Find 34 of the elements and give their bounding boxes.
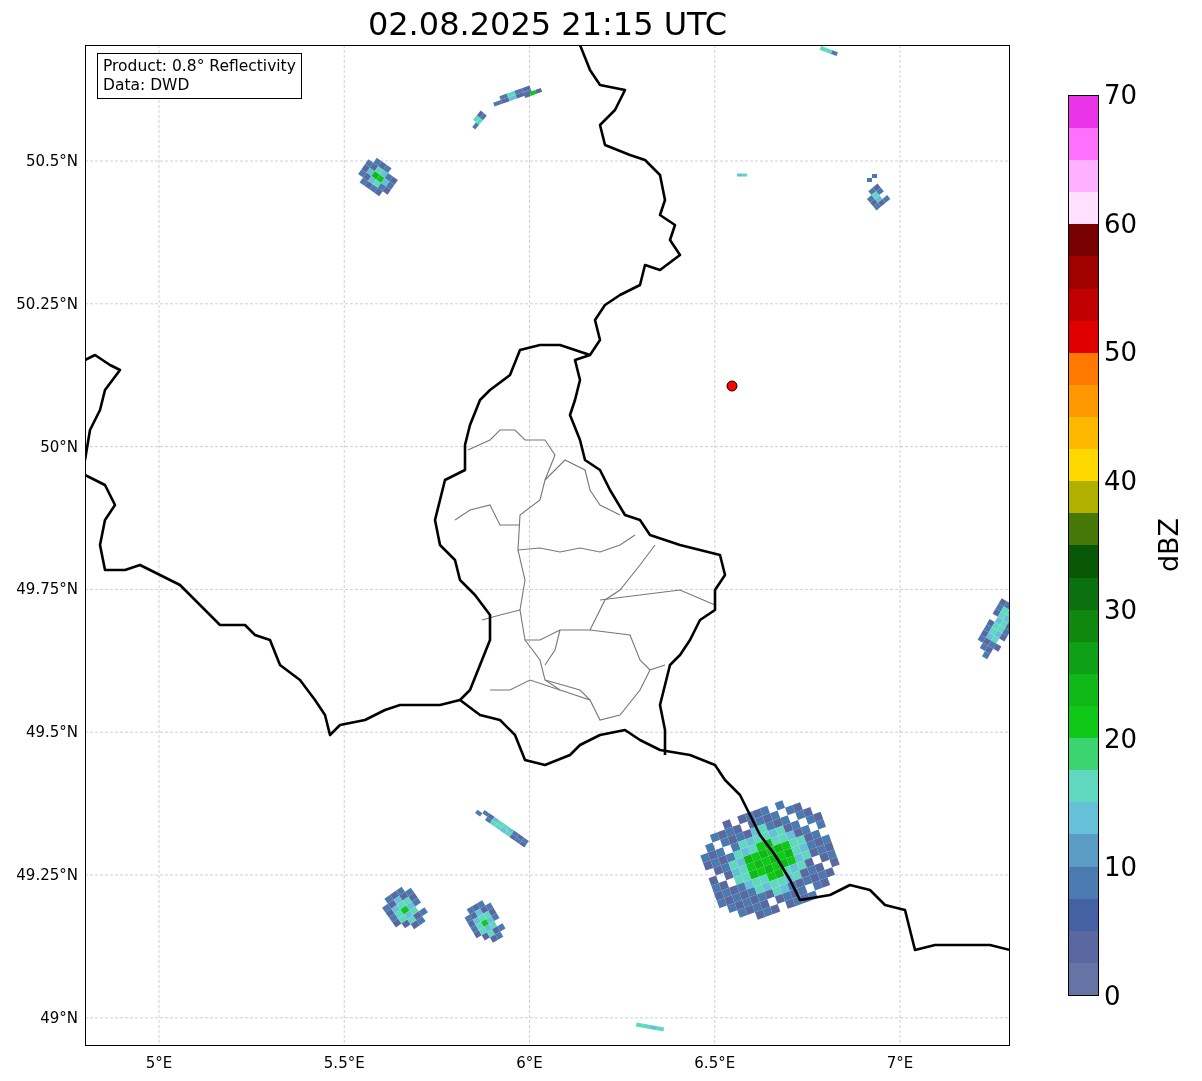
latitude-label: 49.75°N [16, 580, 78, 599]
radar-echo [635, 1022, 665, 1032]
longitude-label: 7°E [886, 1054, 914, 1072]
longitude-label: 5°E [145, 1054, 173, 1072]
radar-echo [382, 886, 428, 930]
latitude-label: 50.25°N [16, 294, 78, 313]
radar-echo [737, 173, 747, 177]
colorbar-tick-label: 50 [1104, 337, 1138, 368]
colorbar-tick-label: 10 [1104, 852, 1138, 883]
latitude-label: 49°N [40, 1008, 78, 1027]
colorbar-tick-label: 60 [1104, 208, 1138, 239]
radar-echo [358, 157, 398, 197]
radar-site-marker [726, 380, 738, 392]
colorbar-tick-label: 70 [1104, 80, 1138, 110]
latitude-label: 49.5°N [25, 723, 78, 742]
radar-echo [475, 809, 529, 848]
info-text: Data: DWD [103, 76, 191, 95]
radar-echo [819, 46, 838, 56]
info-text: Product: 0.8° Reflectivity [103, 57, 296, 76]
latitude-label: 50°N [40, 437, 78, 456]
latitude-label: 50.5°N [25, 152, 78, 170]
radar-echo [472, 110, 487, 130]
colorbar-tick-label: 30 [1104, 594, 1138, 625]
longitude-label: 5.5°E [323, 1054, 365, 1072]
colorbar-tick-label: 20 [1104, 723, 1138, 754]
colorbar-label: dBZ [1152, 517, 1184, 573]
latitude-label: 49.25°N [16, 866, 78, 884]
chart-title: 02.08.2025 21:15 UTC [366, 4, 729, 45]
radar-echo [977, 598, 1009, 660]
colorbar-tick-label: 0 [1104, 981, 1121, 1011]
radar-echo [464, 900, 506, 943]
colorbar-tick-label: 40 [1104, 466, 1138, 497]
longitude-label: 6.5°E [694, 1054, 736, 1072]
longitude-label: 6°E [516, 1054, 543, 1072]
